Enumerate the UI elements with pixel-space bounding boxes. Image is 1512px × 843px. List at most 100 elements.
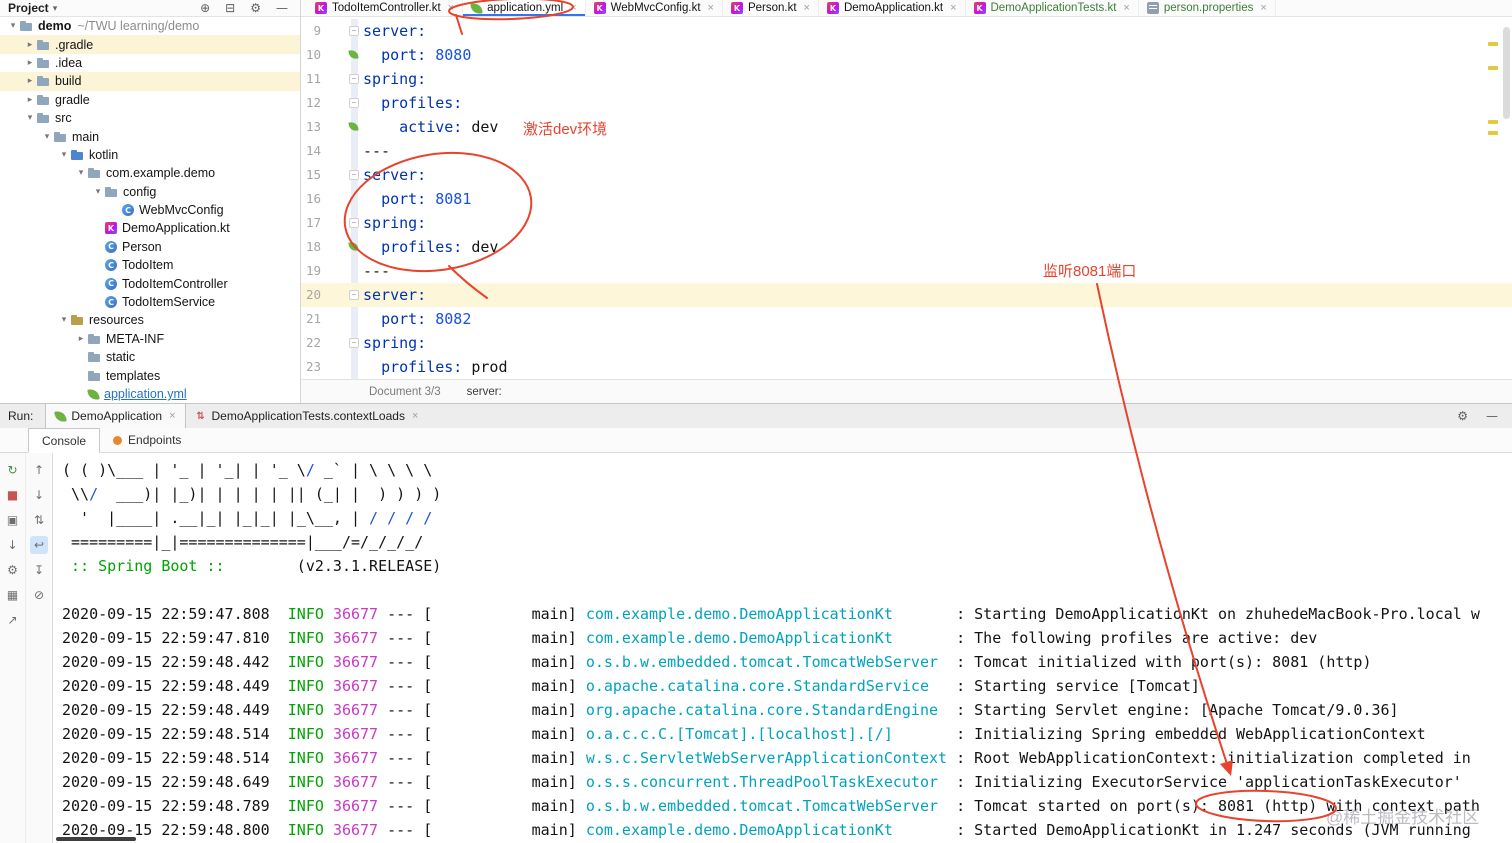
code-line-11[interactable]: 11 − spring: — [301, 67, 1512, 91]
editor-tab-todoitemcontroller-kt[interactable]: K TodoItemController.kt × — [307, 0, 464, 16]
fold-icon[interactable]: − — [349, 98, 359, 108]
tree-item-idea[interactable]: ▸ .idea — [0, 54, 300, 72]
tree-item-webmvcconfig[interactable]: C WebMvcConfig — [0, 201, 300, 219]
editor[interactable]: 9− server: 10 port: 8080 11− spring: 12− prof… — [301, 17, 1512, 379]
locate-file-icon[interactable]: ⊕ — [200, 2, 210, 14]
warning-stripe-mark[interactable] — [1488, 120, 1498, 124]
close-icon[interactable]: × — [708, 2, 714, 14]
code-line-17[interactable]: 17 − spring: — [301, 211, 1512, 235]
rerun-icon[interactable]: ↻ — [4, 461, 22, 479]
close-icon[interactable]: × — [804, 2, 810, 14]
chevron-down-icon[interactable]: ▾ — [40, 132, 54, 142]
editor-tab-person-kt[interactable]: K Person.kt × — [723, 0, 819, 16]
settings-gear-icon[interactable]: ⚙ — [1457, 410, 1468, 422]
code-line-23[interactable]: 23 profiles: prod — [301, 355, 1512, 379]
editor-tab-demoapplicationtests-kt[interactable]: K DemoApplicationTests.kt × — [966, 0, 1139, 16]
editor-tab-demoapplication-kt[interactable]: K DemoApplication.kt × — [819, 0, 966, 16]
run-tab-demoapplicationtests-contextloads[interactable]: ⇅ DemoApplicationTests.contextLoads × — [186, 404, 428, 428]
tree-item-todoitemcontroller[interactable]: C TodoItemController — [0, 274, 300, 292]
tree-item-static[interactable]: static — [0, 348, 300, 366]
tree-item-todoitem[interactable]: C TodoItem — [0, 256, 300, 274]
chevron-down-icon[interactable]: ▾ — [23, 113, 37, 123]
step-down-icon[interactable]: ↓ — [4, 536, 22, 554]
tree-item-gradle[interactable]: ▸ .gradle — [0, 35, 300, 54]
chevron-down-icon[interactable]: ▾ — [6, 21, 20, 31]
tree-item-templates[interactable]: templates — [0, 366, 300, 384]
chevron-right-icon[interactable]: ▸ — [23, 95, 37, 105]
close-icon[interactable]: × — [570, 2, 576, 14]
code-line-9[interactable]: 9 − server: — [301, 19, 1512, 43]
chevron-down-icon[interactable]: ▾ — [91, 187, 105, 197]
layout-icon[interactable]: ▦ — [4, 586, 22, 604]
sort-icon[interactable]: ⇅ — [30, 511, 48, 529]
tree-item-application-yml[interactable]: application.yml — [0, 385, 300, 403]
next-occurrence-icon[interactable]: ↓ — [30, 486, 48, 504]
breadcrumb-key[interactable]: server: — [467, 386, 502, 398]
tree-item-com-example-demo[interactable]: ▾ com.example.demo — [0, 164, 300, 182]
hide-panel-icon[interactable]: — — [276, 2, 288, 14]
warning-stripe-mark[interactable] — [1488, 66, 1498, 70]
run-tab-demoapplication[interactable]: DemoApplication × — [45, 404, 186, 428]
code-line-22[interactable]: 22 − spring: — [301, 331, 1512, 355]
tree-item-build[interactable]: ▸ build — [0, 72, 300, 91]
code-line-14[interactable]: 14 --- — [301, 139, 1512, 163]
collapse-all-icon[interactable]: ⊟ — [225, 2, 235, 14]
chevron-down-icon[interactable]: ▾ — [74, 168, 88, 178]
code-line-12[interactable]: 12 − profiles: — [301, 91, 1512, 115]
stop-icon[interactable]: ■ — [4, 486, 22, 504]
project-view-selector[interactable]: Project ▾ — [8, 1, 57, 15]
chevron-right-icon[interactable]: ▸ — [23, 58, 37, 68]
chevron-right-icon[interactable]: ▸ — [23, 40, 37, 50]
fold-icon[interactable]: − — [349, 218, 359, 228]
editor-tab-person-properties[interactable]: person.properties × — [1139, 0, 1276, 16]
tree-item-resources[interactable]: ▾ resources — [0, 311, 300, 329]
tree-item-gradle[interactable]: ▸ gradle — [0, 91, 300, 109]
breadcrumb-document[interactable]: Document 3/3 — [369, 386, 441, 398]
tab-endpoints[interactable]: Endpoints — [100, 428, 194, 452]
tree-item-meta-inf[interactable]: ▸ META-INF — [0, 330, 300, 348]
tree-item-demo[interactable]: ▾ demo ~/TWU learning/demo — [0, 17, 300, 35]
close-icon[interactable]: × — [412, 410, 418, 422]
warning-stripe-mark[interactable] — [1488, 131, 1498, 135]
close-icon[interactable]: × — [169, 410, 175, 422]
thread-dump-icon[interactable]: ▣ — [4, 511, 22, 529]
tree-item-config[interactable]: ▾ config — [0, 183, 300, 201]
editor-scrollbar[interactable] — [1503, 27, 1510, 119]
fold-icon[interactable]: − — [349, 170, 359, 180]
prev-occurrence-icon[interactable]: ↑ — [30, 461, 48, 479]
code-line-18[interactable]: 18 profiles: dev — [301, 235, 1512, 259]
close-icon[interactable]: × — [448, 2, 454, 14]
code-line-20[interactable]: 20 − server: — [301, 283, 1512, 307]
fold-icon[interactable]: − — [349, 290, 359, 300]
fold-icon[interactable]: − — [349, 74, 359, 84]
tree-item-src[interactable]: ▾ src — [0, 109, 300, 127]
scroll-to-end-icon[interactable]: ↧ — [30, 561, 48, 579]
tree-item-demoapplication-kt[interactable]: K DemoApplication.kt — [0, 219, 300, 237]
clear-all-icon[interactable]: ⊘ — [30, 586, 48, 604]
chevron-down-icon[interactable]: ▾ — [57, 150, 71, 160]
close-icon[interactable]: × — [950, 2, 956, 14]
editor-tab-webmvcconfig-kt[interactable]: K WebMvcConfig.kt × — [586, 0, 723, 16]
chevron-down-icon[interactable]: ▾ — [57, 315, 71, 325]
warning-stripe-mark[interactable] — [1488, 42, 1498, 46]
tree-item-main[interactable]: ▾ main — [0, 127, 300, 145]
tree-item-person[interactable]: C Person — [0, 238, 300, 256]
code-line-19[interactable]: 19 --- — [301, 259, 1512, 283]
fold-icon[interactable]: − — [349, 26, 359, 36]
close-icon[interactable]: × — [1260, 2, 1266, 14]
chevron-right-icon[interactable]: ▸ — [74, 334, 88, 344]
tab-console[interactable]: Console — [28, 428, 101, 453]
export-icon[interactable]: ↗ — [4, 611, 22, 629]
code-line-13[interactable]: 13 active: dev — [301, 115, 1512, 139]
chevron-right-icon[interactable]: ▸ — [23, 76, 37, 86]
code-line-21[interactable]: 21 port: 8082 — [301, 307, 1512, 331]
editor-tab-application-yml[interactable]: application.yml × — [463, 0, 586, 16]
console-output[interactable]: ( ( )\___ | '_ | '_| | '_ \/ _` | \ \ \ … — [54, 453, 1512, 843]
fold-icon[interactable]: − — [349, 338, 359, 348]
settings-gear-icon[interactable]: ⚙ — [250, 2, 261, 14]
code-line-10[interactable]: 10 port: 8080 — [301, 43, 1512, 67]
soft-wrap-icon[interactable]: ↩ — [30, 536, 48, 554]
code-line-16[interactable]: 16 port: 8081 — [301, 187, 1512, 211]
tree-item-kotlin[interactable]: ▾ kotlin — [0, 146, 300, 164]
console-scrollbar[interactable] — [56, 837, 136, 841]
